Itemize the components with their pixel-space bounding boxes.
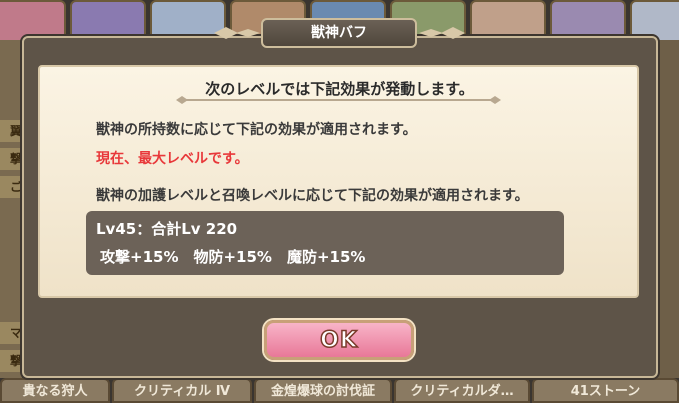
possession-text: 獣神の所持数に応じて下記の効果が適用されます。 [96,122,417,138]
max-level-text: 現在、最大レベルです。 [96,151,249,167]
title-left-ornament-icon [214,27,260,39]
bottom-tab[interactable]: 貴なる狩人 [0,378,110,403]
buff-values: 攻撃+15% 物防+15% 魔防+15% [100,248,366,266]
side-tag: ご [0,176,22,198]
side-tag: 撃 [0,148,22,170]
bottom-tab[interactable]: クリティカル Ⅳ [112,378,252,403]
side-tag: 翼 [0,120,22,142]
side-tag: 撃 [0,350,22,372]
ok-button-label: OK [319,327,358,354]
bottom-tab[interactable]: クリティカルダ… [394,378,530,403]
side-tag: マ [0,322,22,344]
ok-button[interactable]: OK [264,320,414,360]
dialog-title: 獣神バフ [261,18,417,48]
level-summary: Lv45：合計Lv 220 [96,220,238,238]
bottom-tab[interactable]: 金煌爆球の討伐証 [254,378,392,403]
protection-text: 獣神の加護レベルと召喚レベルに応じて下記の効果が適用されます。 [96,188,529,204]
bottom-tab[interactable]: 41ストーン [532,378,679,403]
headline-divider [176,96,501,104]
title-right-ornament-icon [419,27,465,39]
